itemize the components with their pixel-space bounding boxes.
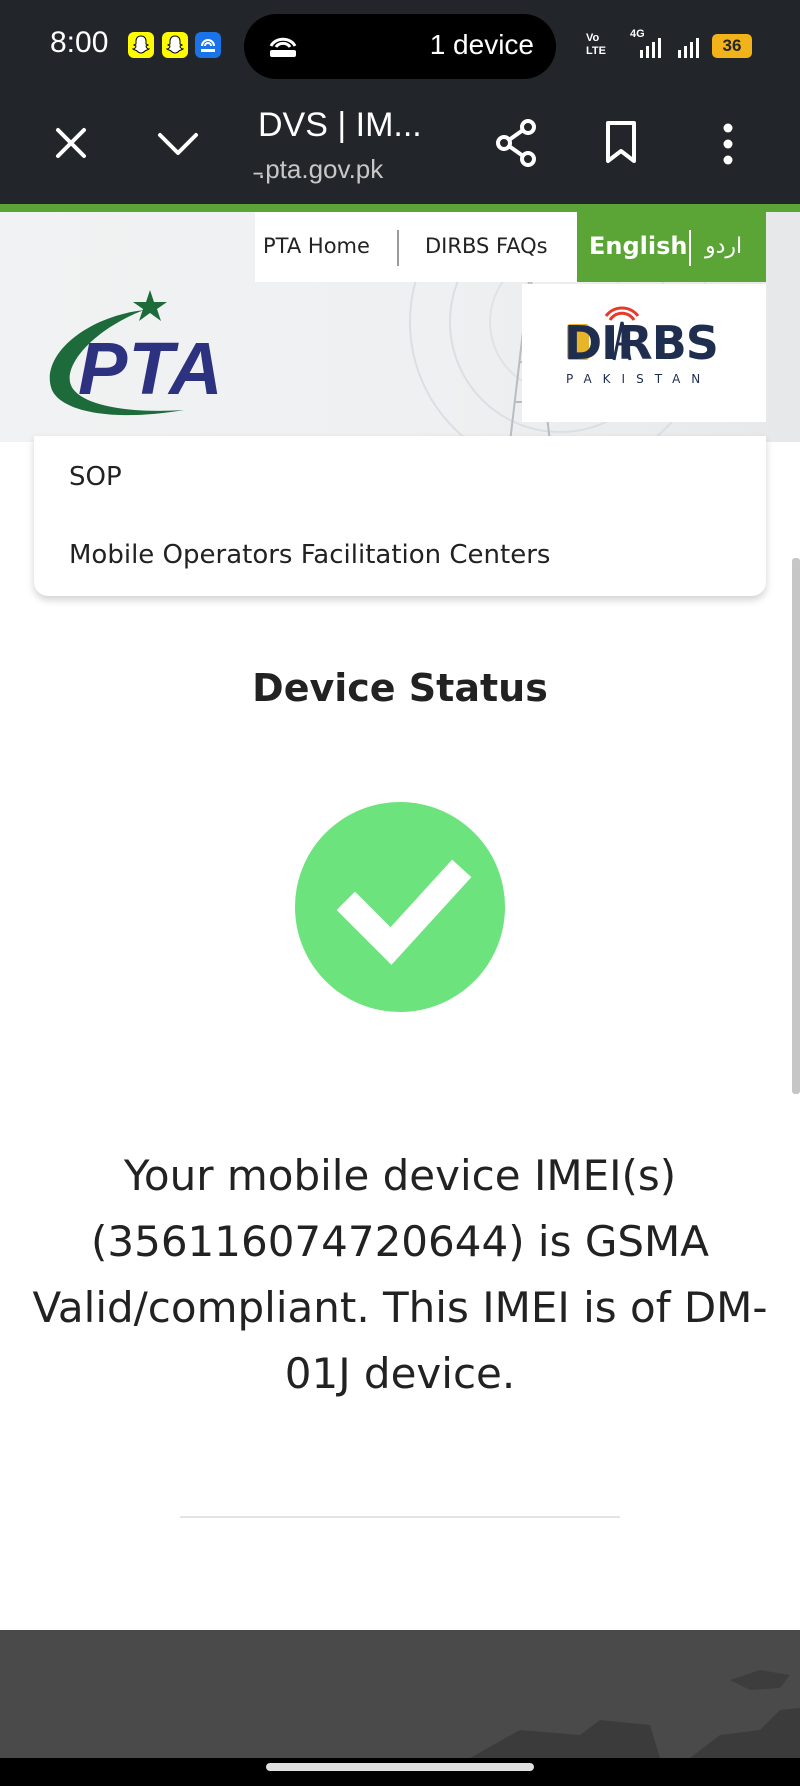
dirbs-logo-text: DIRBS bbox=[564, 316, 719, 370]
nav-dirbs-faqs[interactable]: DIRBS FAQs bbox=[425, 234, 548, 258]
lang-divider bbox=[689, 230, 691, 266]
page-url[interactable]: ̵.pta.gov.pk bbox=[258, 154, 383, 185]
device-status-heading: Device Status bbox=[252, 666, 548, 710]
share-icon[interactable] bbox=[494, 118, 538, 168]
bookmark-icon[interactable] bbox=[604, 120, 638, 164]
home-gesture-handle[interactable] bbox=[266, 1763, 534, 1771]
dirbs-wordmark: DIRBS bbox=[564, 316, 719, 370]
close-icon[interactable] bbox=[54, 126, 88, 160]
battery-icon: 36 bbox=[712, 34, 752, 58]
footer-map-pattern bbox=[470, 1670, 800, 1758]
page-title: DVS | IM... bbox=[258, 106, 422, 144]
accent-divider bbox=[0, 204, 800, 212]
top-nav: PTA Home DIRBS FAQs bbox=[255, 212, 577, 282]
device-count: 1 device bbox=[429, 29, 534, 60]
content-divider bbox=[180, 1516, 620, 1518]
site-footer bbox=[0, 1630, 800, 1758]
menu-item-facilitation-centers[interactable]: Mobile Operators Facilitation Centers bbox=[69, 540, 550, 570]
pta-logo-text: PTA bbox=[78, 327, 224, 410]
browser-toolbar: DVS | IM... ̵.pta.gov.pk bbox=[0, 92, 800, 204]
status-bar: 8:00 1 device Vo LTE 4G 36 bbox=[0, 0, 800, 92]
dirbs-subtitle: PAKISTAN bbox=[566, 372, 712, 386]
device-connection-pill[interactable]: 1 device bbox=[244, 14, 556, 79]
imei-status-message: Your mobile device IMEI(s) (356116074720… bbox=[32, 1151, 768, 1398]
snapchat-icon bbox=[128, 32, 154, 58]
chevron-down-icon[interactable] bbox=[156, 130, 200, 158]
hotspot-app-icon bbox=[195, 32, 221, 58]
pta-logo[interactable]: PTA bbox=[44, 282, 264, 432]
scrollbar[interactable] bbox=[792, 558, 800, 1094]
snapchat-icon bbox=[162, 32, 188, 58]
lang-urdu-link[interactable]: اردو bbox=[705, 234, 742, 259]
site-header: PTA Home DIRBS FAQs English اردو PTA DIR… bbox=[0, 212, 800, 442]
signal-strength-icon bbox=[640, 38, 661, 58]
signal-strength-icon bbox=[678, 38, 699, 58]
nav-menu-dropdown: SOP Mobile Operators Facilitation Center… bbox=[34, 436, 766, 596]
dirbs-logo[interactable]: DIRBS PAKISTAN bbox=[522, 284, 766, 422]
success-check-icon bbox=[295, 802, 505, 1012]
language-switcher: English اردو bbox=[577, 212, 766, 282]
menu-item-sop[interactable]: SOP bbox=[69, 462, 122, 492]
nav-pta-home[interactable]: PTA Home bbox=[263, 234, 370, 258]
lang-english-link[interactable]: English bbox=[589, 232, 687, 260]
more-options-icon[interactable] bbox=[718, 122, 738, 166]
volte-label: Vo LTE bbox=[586, 32, 606, 57]
nav-divider bbox=[397, 230, 399, 266]
cast-icon bbox=[269, 37, 297, 57]
clock: 8:00 bbox=[50, 26, 109, 59]
